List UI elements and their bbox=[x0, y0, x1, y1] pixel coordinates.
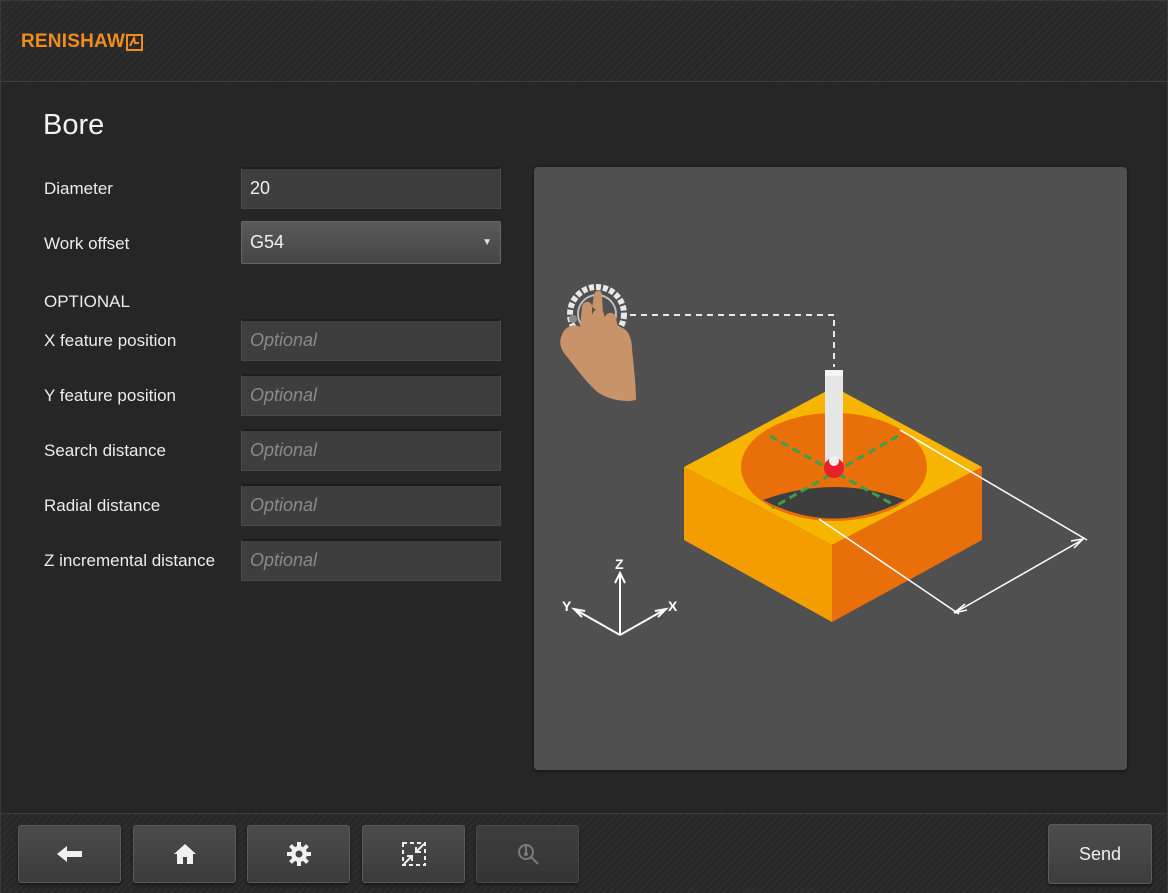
radial-distance-input[interactable] bbox=[241, 484, 501, 526]
radial-distance-label: Radial distance bbox=[44, 496, 161, 515]
x-feature-position-input[interactable] bbox=[241, 319, 501, 361]
work-offset-label: Work offset bbox=[44, 234, 130, 253]
axis-label-y: Y bbox=[562, 598, 572, 614]
renishaw-logo: RENISHAW bbox=[21, 31, 143, 52]
header-bar: RENISHAW bbox=[1, 1, 1167, 82]
z-incremental-distance-input[interactable] bbox=[241, 539, 501, 581]
set-position-button[interactable] bbox=[362, 825, 465, 883]
brand-name: RENISHAW bbox=[21, 31, 125, 52]
back-button[interactable] bbox=[18, 825, 121, 883]
send-button[interactable]: Send bbox=[1048, 824, 1152, 884]
home-button[interactable] bbox=[133, 825, 236, 883]
work-offset-select[interactable]: G54 ▼ bbox=[241, 221, 501, 264]
app-window: RENISHAW Bore Diameter Work offset G54 ▼… bbox=[0, 0, 1168, 893]
axis-label-x: X bbox=[668, 598, 678, 614]
x-feature-position-label: X feature position bbox=[44, 331, 177, 350]
axis-label-z: Z bbox=[615, 556, 624, 572]
z-incremental-distance-label: Z incremental distance bbox=[44, 551, 216, 570]
footer-bar: Send bbox=[1, 813, 1167, 893]
bore-illustration-panel: Z Y X bbox=[534, 167, 1127, 770]
page-title: Bore bbox=[43, 109, 105, 141]
y-feature-position-input[interactable] bbox=[241, 374, 501, 416]
bore-illustration: Z Y X bbox=[560, 284, 1088, 636]
work-offset-value: G54 bbox=[250, 232, 285, 252]
arrow-left-icon bbox=[56, 846, 82, 862]
magnifier-probe-icon bbox=[517, 844, 539, 865]
diameter-label: Diameter bbox=[44, 179, 113, 198]
diameter-input[interactable] bbox=[241, 167, 501, 209]
y-feature-position-label: Y feature position bbox=[44, 386, 176, 405]
dropdown-arrow-icon: ▼ bbox=[482, 237, 492, 248]
home-icon bbox=[173, 844, 196, 864]
renishaw-logo-icon bbox=[126, 33, 143, 51]
search-distance-label: Search distance bbox=[44, 441, 166, 460]
settings-button[interactable] bbox=[247, 825, 350, 883]
search-distance-input[interactable] bbox=[241, 429, 501, 471]
axis-indicator bbox=[571, 570, 669, 636]
connector-line bbox=[630, 314, 835, 367]
inspect-button[interactable] bbox=[476, 825, 579, 883]
gear-icon bbox=[286, 842, 311, 866]
compress-arrows-icon bbox=[401, 842, 426, 866]
probe-stylus bbox=[824, 370, 844, 478]
optional-heading: OPTIONAL bbox=[44, 292, 130, 311]
hand-dial-icon bbox=[560, 284, 636, 401]
